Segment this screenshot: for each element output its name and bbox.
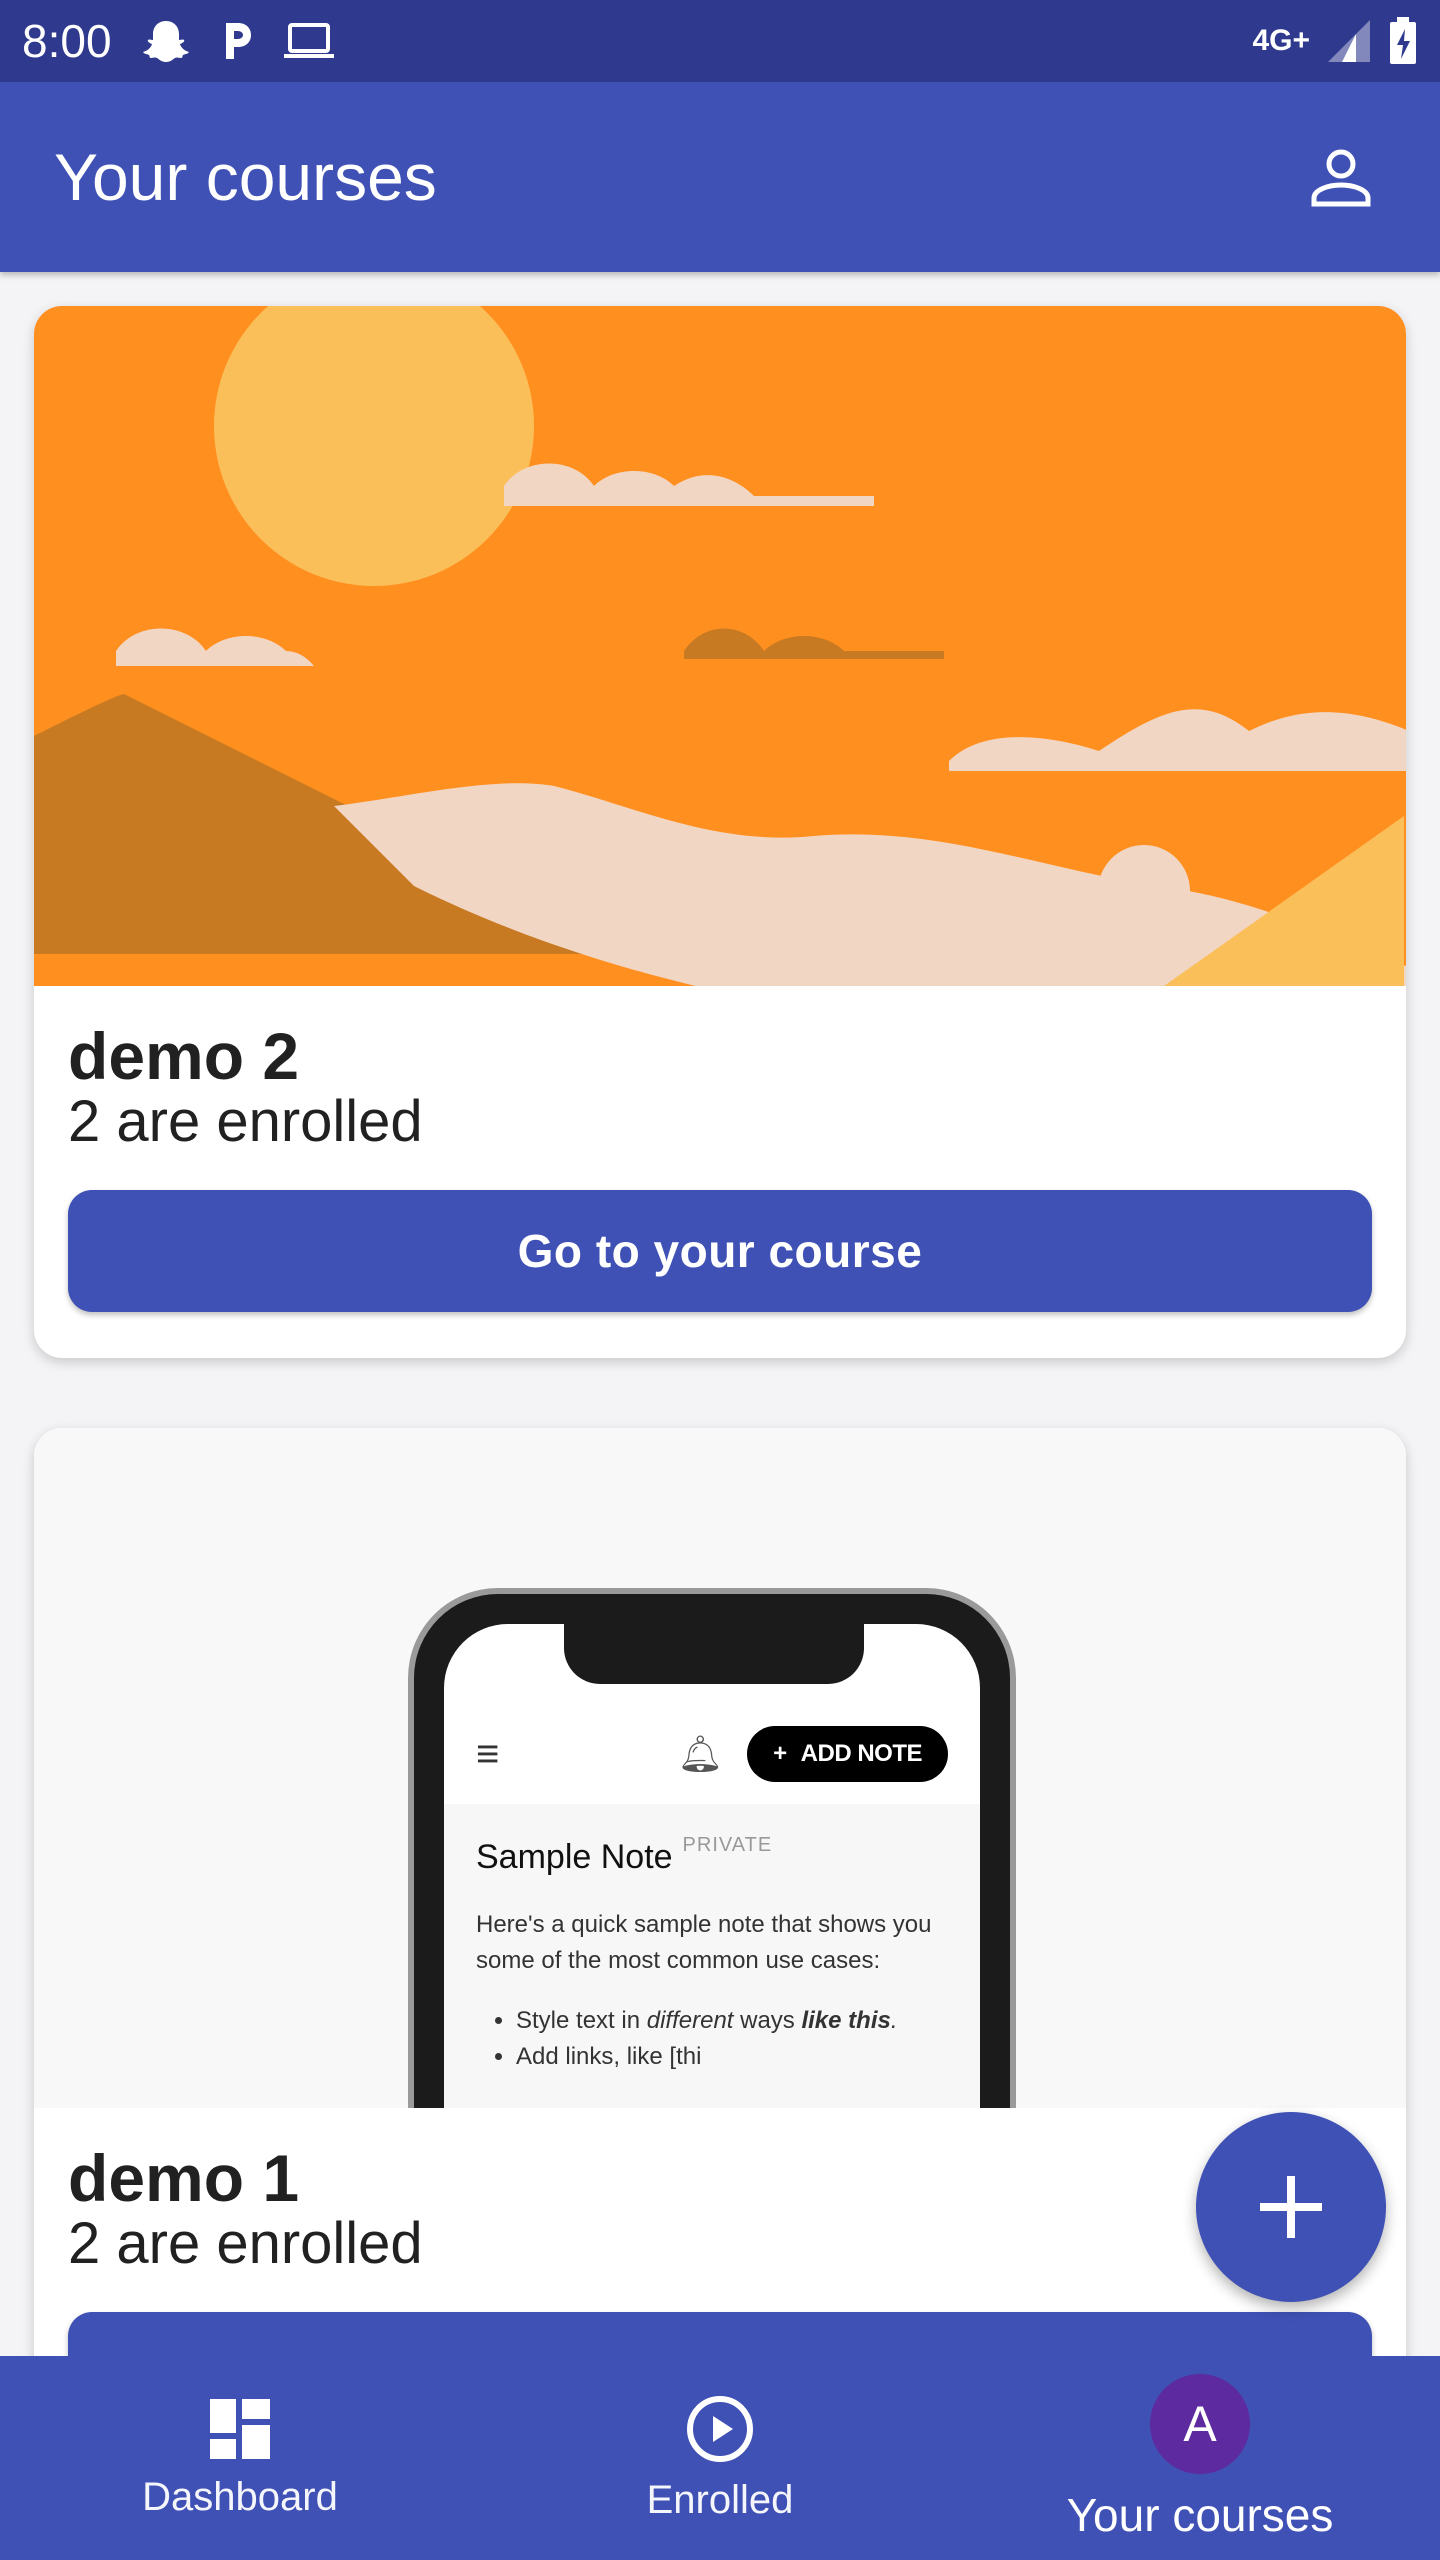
plus-icon <box>1260 2176 1322 2238</box>
network-type: 4G+ <box>1252 24 1310 57</box>
add-course-fab[interactable] <box>1196 2112 1386 2302</box>
course-enrolled-count: 2 are enrolled <box>68 2211 423 2276</box>
course-image <box>34 306 1406 986</box>
battery-icon <box>1390 17 1416 64</box>
nav-item-dashboard[interactable]: Dashboard <box>0 2356 480 2560</box>
plus-icon: + <box>773 1740 787 1767</box>
snapchat-icon <box>142 21 189 62</box>
course-title: demo 2 <box>68 1019 300 1093</box>
nav-label: Dashboard <box>142 2474 338 2519</box>
bottom-navigation: Dashboard Enrolled A Your courses <box>0 2356 1440 2560</box>
note-toolbar: ≡ 🔔︎ + ADD NOTE <box>444 1704 980 1804</box>
note-title-text: Sample Note <box>476 1838 673 1876</box>
note-list-item: Style text in different ways like this. <box>516 2003 948 2039</box>
play-circle-icon <box>687 2395 753 2462</box>
bell-icon: 🔔︎ <box>677 1733 724 1774</box>
course-image: ≡ 🔔︎ + ADD NOTE Sample Note PRIVATE Here… <box>34 1428 1406 2108</box>
status-time: 8:00 <box>22 15 112 67</box>
orange-landscape-illustration <box>34 306 1406 986</box>
app-bar: Your courses <box>0 82 1440 272</box>
nav-item-enrolled[interactable]: Enrolled <box>480 2356 960 2560</box>
page-title: Your courses <box>54 140 437 214</box>
add-note-button: + ADD NOTE <box>747 1726 948 1782</box>
menu-icon: ≡ <box>476 1731 500 1776</box>
course-enrolled-count: 2 are enrolled <box>68 1089 423 1154</box>
signal-icon <box>1328 20 1370 62</box>
account-button[interactable] <box>1296 132 1386 222</box>
phone-mockup: ≡ 🔔︎ + ADD NOTE Sample Note PRIVATE Here… <box>408 1588 1016 2108</box>
phone-screen: ≡ 🔔︎ + ADD NOTE Sample Note PRIVATE Here… <box>444 1624 980 2108</box>
dashboard-icon <box>210 2398 270 2459</box>
note-list: Style text in different ways like this. … <box>476 2003 948 2075</box>
status-notification-icons <box>142 19 336 63</box>
note-title: Sample Note PRIVATE <box>476 1834 948 1877</box>
nav-item-your-courses[interactable]: A Your courses <box>960 2356 1440 2560</box>
phone-notch <box>564 1624 864 1684</box>
nav-label: Your courses <box>1066 2489 1334 2541</box>
note-body: Sample Note PRIVATE Here's a quick sampl… <box>444 1804 980 2108</box>
note-text: Here's a quick sample note that shows yo… <box>476 1911 932 1974</box>
status-bar: 8:00 4G+ <box>0 0 1440 82</box>
course-card: demo 2 2 are enrolled Go to your course <box>34 306 1406 1358</box>
avatar: A <box>1150 2374 1250 2474</box>
nav-label: Enrolled <box>646 2477 794 2522</box>
go-to-course-button[interactable]: Go to your course <box>68 1190 1372 1312</box>
status-right: 4G+ <box>1252 17 1418 65</box>
laptop-icon <box>283 23 334 58</box>
account-icon <box>1311 149 1371 207</box>
add-note-label: ADD NOTE <box>800 1740 923 1767</box>
parking-icon <box>225 23 251 59</box>
note-private-badge: PRIVATE <box>682 1834 773 1856</box>
note-list-item: Add links, like [thi <box>516 2039 948 2075</box>
course-title: demo 1 <box>68 2141 300 2215</box>
